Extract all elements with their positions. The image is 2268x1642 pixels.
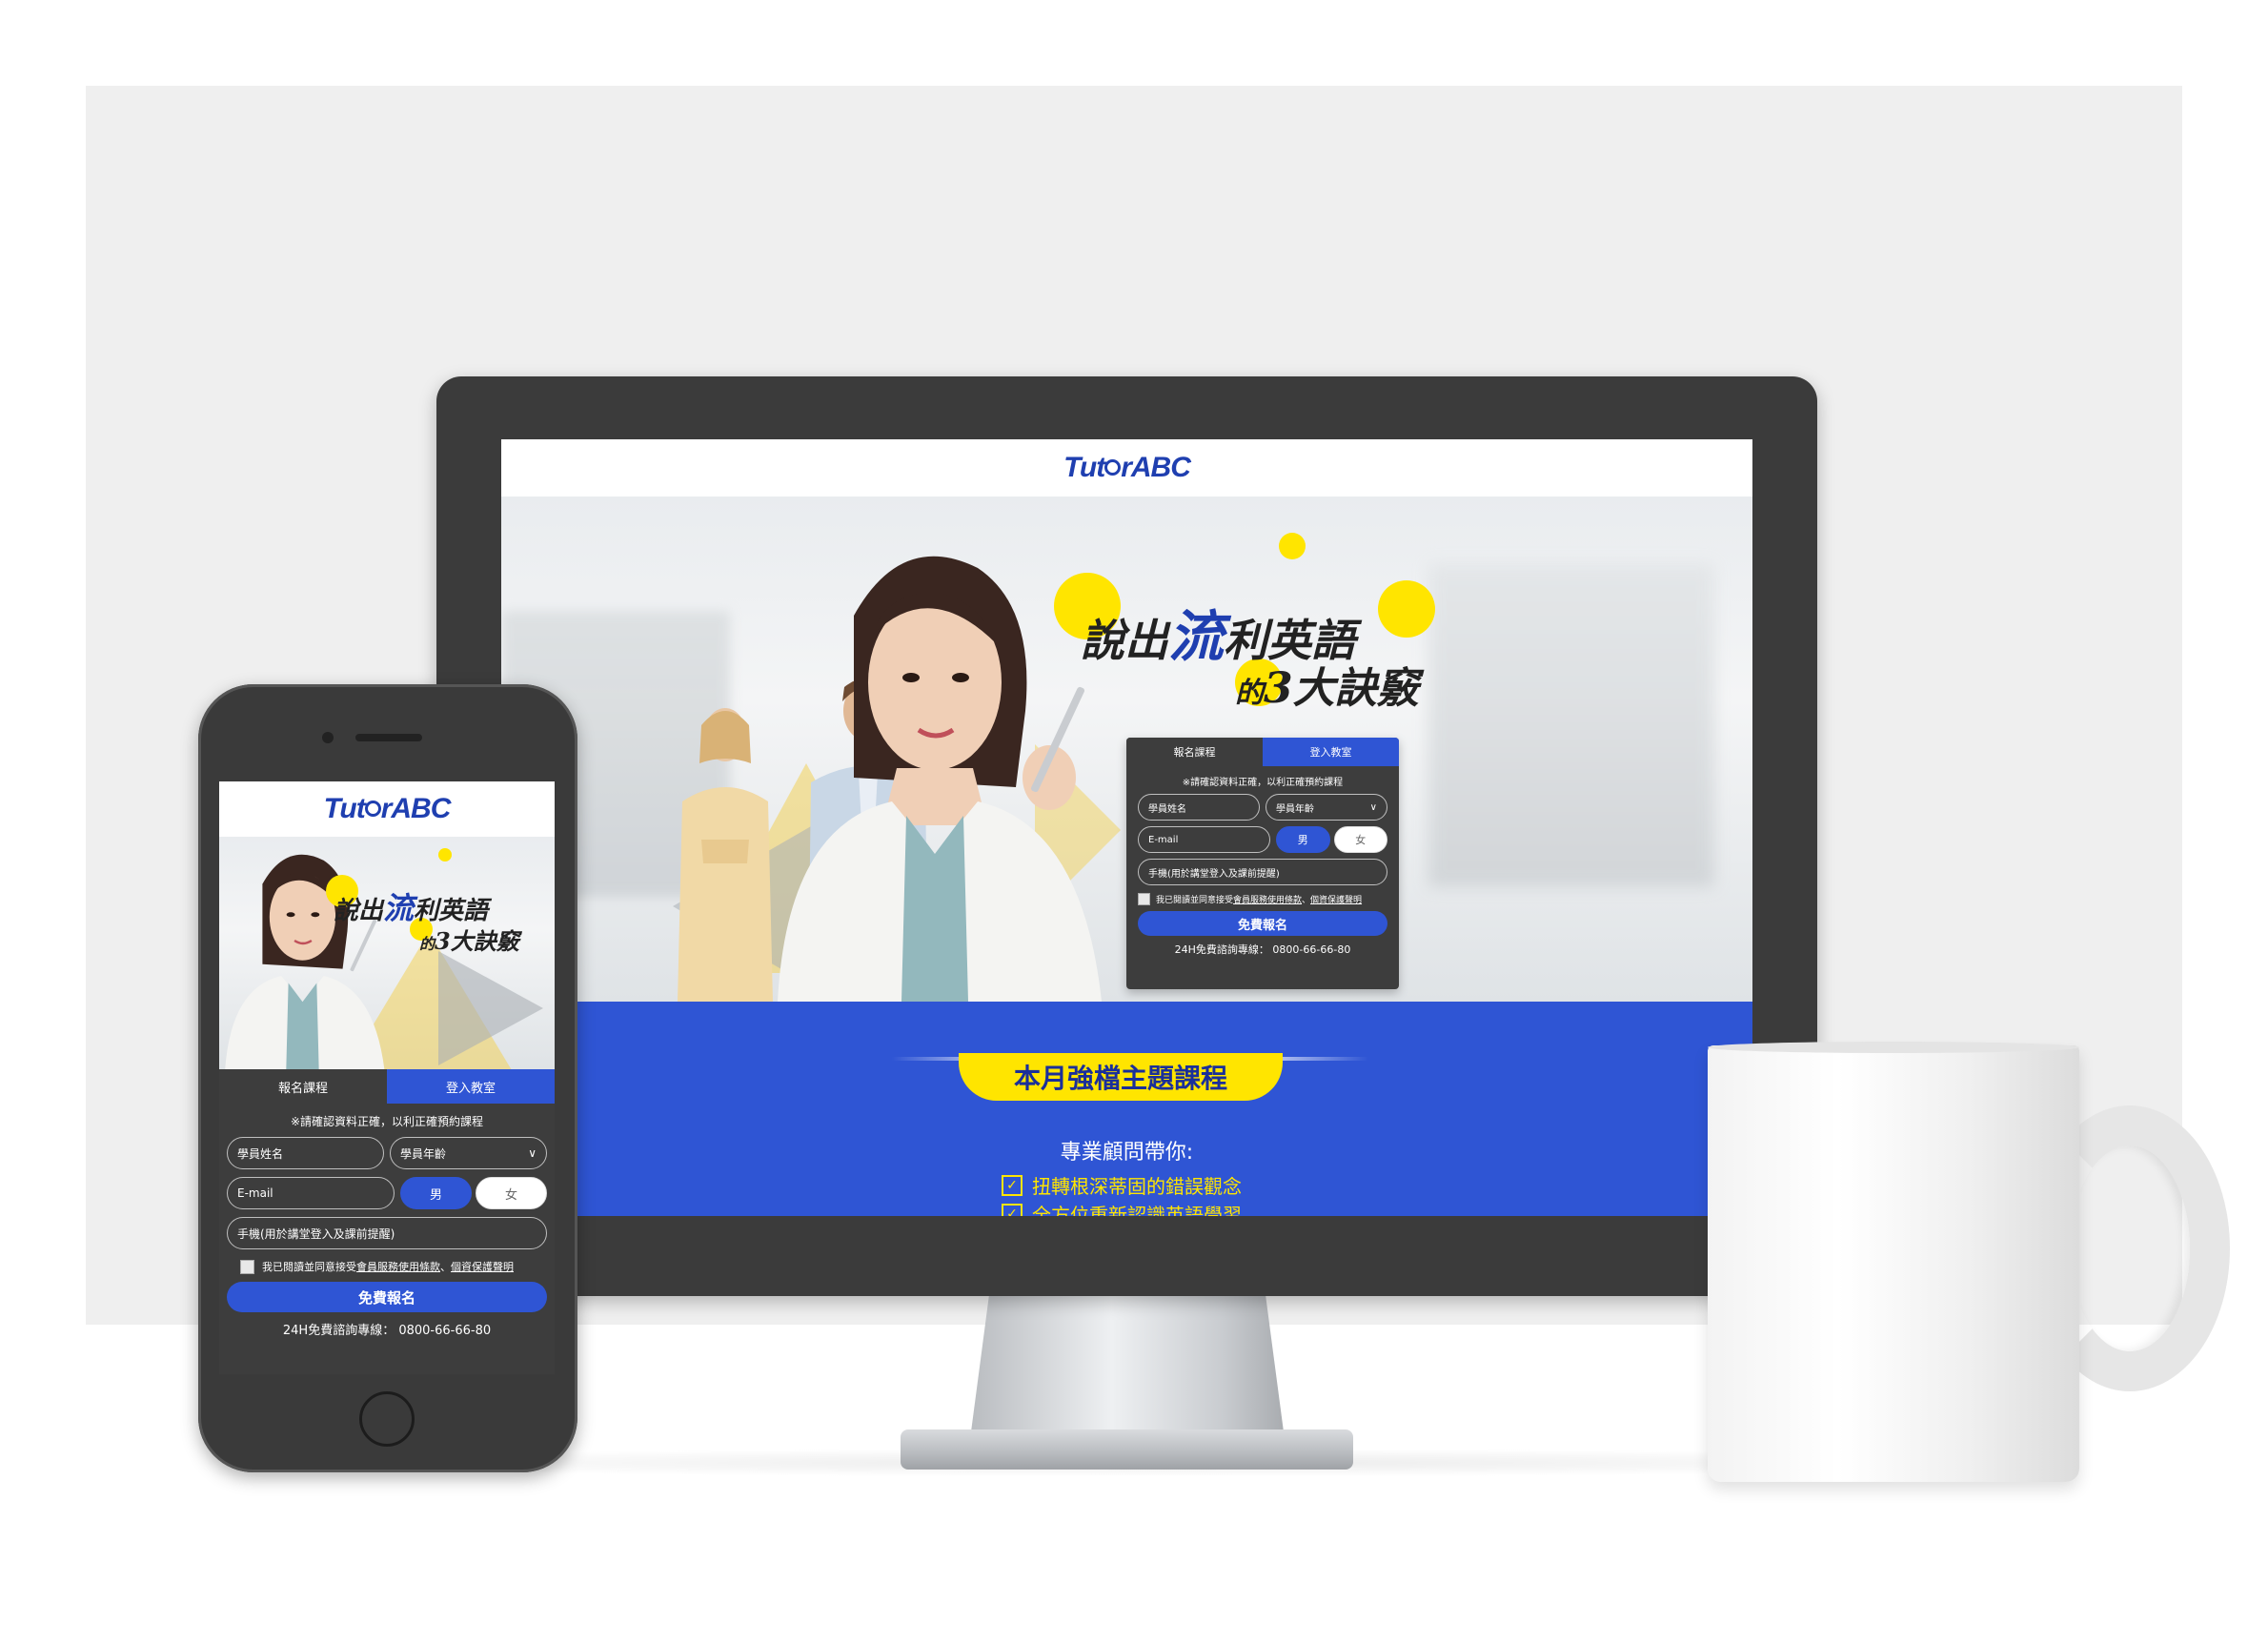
hero-yellow-dot-right (1378, 580, 1435, 638)
chevron-down-icon: ∨ (528, 1146, 537, 1160)
student-name-input[interactable]: 學員姓名 (1138, 794, 1260, 821)
benefit-item: ✓ 扭轉根深蒂固的錯誤觀念 (1002, 1171, 1242, 1199)
smartphone: Tut rABC 說出流利英語 的3大訣竅 報名課程 登入教室 ※請確認資料正確… (198, 684, 577, 1472)
agree-terms-row: 我已閱讀並同意接受 會員服務使用條款、個資保護聲明 (1138, 893, 1387, 905)
mobile-hero: 說出流利英語 的3大訣竅 (219, 837, 555, 1069)
mug-rim (1708, 1042, 2079, 1053)
desktop-monitor: Tut rABC 說出流利英語 的3大訣竅 報名課程 登入教室 ※請確認資料正確… (436, 376, 1817, 1296)
mobile-hero-headline-line2: 的3大訣竅 (419, 927, 519, 955)
hero-yellow-dot-small (438, 848, 452, 862)
mobile-registration-form: 報名課程 登入教室 ※請確認資料正確，以利正確預約課程 學員姓名 學員年齡 ∨ E… (219, 1069, 555, 1374)
mobile-site-header: Tut rABC (219, 781, 555, 837)
logo-o-mark (1104, 459, 1122, 476)
monitor-stand-base (901, 1429, 1353, 1470)
hero-grey-triangle (438, 951, 543, 1065)
gender-female-button[interactable]: 女 (1333, 826, 1387, 853)
hero-bg-blur-right (1428, 563, 1714, 887)
tab-register[interactable]: 報名課程 (1126, 738, 1263, 766)
student-name-input[interactable]: 學員姓名 (227, 1137, 384, 1169)
tutorabc-logo[interactable]: Tut rABC (1063, 452, 1191, 484)
hotline-text: 24H免費諮詢專線： 0800-66-66-80 (1174, 943, 1351, 956)
hero-yellow-dot-small (1279, 533, 1306, 559)
earpiece (355, 734, 422, 741)
terms-link[interactable]: 會員服務使用條款 (1233, 893, 1302, 905)
agree-terms-row: 我已閱讀並同意接受 會員服務使用條款、個資保護聲明 (240, 1259, 547, 1274)
mobile-input[interactable]: 手機(用於講堂登入及課前提醒) (227, 1217, 547, 1249)
agree-text: 我已閱讀並同意接受 (1156, 896, 1234, 905)
home-button[interactable] (359, 1391, 415, 1447)
agree-text: 我已閱讀並同意接受 (262, 1261, 356, 1273)
checkbox-icon: ✓ (1002, 1174, 1023, 1196)
hero-section: 說出流利英語 的3大訣竅 報名課程 登入教室 ※請確認資料正確，以利正確預約課程… (501, 497, 1752, 1002)
form-note: ※請確認資料正確，以利正確預約課程 (1182, 778, 1344, 788)
free-signup-button[interactable]: 免費報名 (227, 1282, 547, 1312)
tab-login[interactable]: 登入教室 (387, 1069, 555, 1104)
email-input[interactable]: E-mail (227, 1177, 395, 1209)
form-note: ※請確認資料正確，以利正確預約課程 (290, 1115, 484, 1128)
hero-person-woman-main (225, 854, 385, 1069)
gender-male-button[interactable]: 男 (400, 1177, 472, 1209)
featured-courses-section: 本月強檔主題課程 專業顧問帶你: ✓ 扭轉根深蒂固的錯誤觀念 ✓ 全方位重新認識英語… (501, 1002, 1752, 1216)
monitor-stand-neck (970, 1296, 1285, 1439)
section-subtitle: 專業顧問帶你: (1060, 1141, 1194, 1165)
mobile-input[interactable]: 手機(用於講堂登入及課前提醒) (1138, 859, 1387, 885)
agree-checkbox[interactable] (1138, 893, 1150, 905)
gender-male-button[interactable]: 男 (1276, 826, 1330, 853)
checkbox-icon: ✓ (1002, 1203, 1023, 1216)
white-mug (1708, 1045, 2079, 1482)
registration-form: 報名課程 登入教室 ※請確認資料正確，以利正確預約課程 學員姓名 學員年齡 ∨ E… (1126, 738, 1399, 989)
benefit-item: ✓ 全方位重新認識英語學習 (1002, 1200, 1242, 1216)
gender-female-button[interactable]: 女 (476, 1177, 547, 1209)
tab-login[interactable]: 登入教室 (1263, 738, 1399, 766)
tab-register[interactable]: 報名課程 (219, 1069, 387, 1104)
camera-icon (322, 732, 334, 743)
hero-headline-line2: 的3大訣竅 (1235, 664, 1419, 713)
tutorabc-logo-mobile[interactable]: Tut rABC (324, 793, 452, 825)
hotline-text: 24H免費諮詢專線： 0800-66-66-80 (282, 1324, 492, 1338)
student-age-select[interactable]: 學員年齡 ∨ (1266, 794, 1387, 821)
mobile-landing-page: Tut rABC 說出流利英語 的3大訣竅 報名課程 登入教室 ※請確認資料正確… (219, 781, 555, 1374)
email-input[interactable]: E-mail (1138, 826, 1270, 853)
student-age-select[interactable]: 學員年齡 ∨ (390, 1137, 547, 1169)
privacy-link[interactable]: 個資保護聲明 (1310, 893, 1362, 905)
agree-separator: 、 (440, 1261, 451, 1273)
terms-link[interactable]: 會員服務使用條款 (356, 1259, 440, 1274)
logo-o-mark (364, 801, 381, 817)
chevron-down-icon: ∨ (1369, 801, 1377, 813)
agree-separator: 、 (1302, 896, 1311, 905)
featured-banner: 本月強檔主題課程 (959, 1053, 1283, 1101)
free-signup-button[interactable]: 免費報名 (1138, 911, 1387, 936)
desktop-landing-page: Tut rABC 說出流利英語 的3大訣竅 報名課程 登入教室 ※請確認資料正確… (501, 439, 1752, 1216)
privacy-link[interactable]: 個資保護聲明 (451, 1259, 514, 1274)
agree-checkbox[interactable] (240, 1259, 254, 1274)
site-header: Tut rABC (501, 439, 1752, 497)
